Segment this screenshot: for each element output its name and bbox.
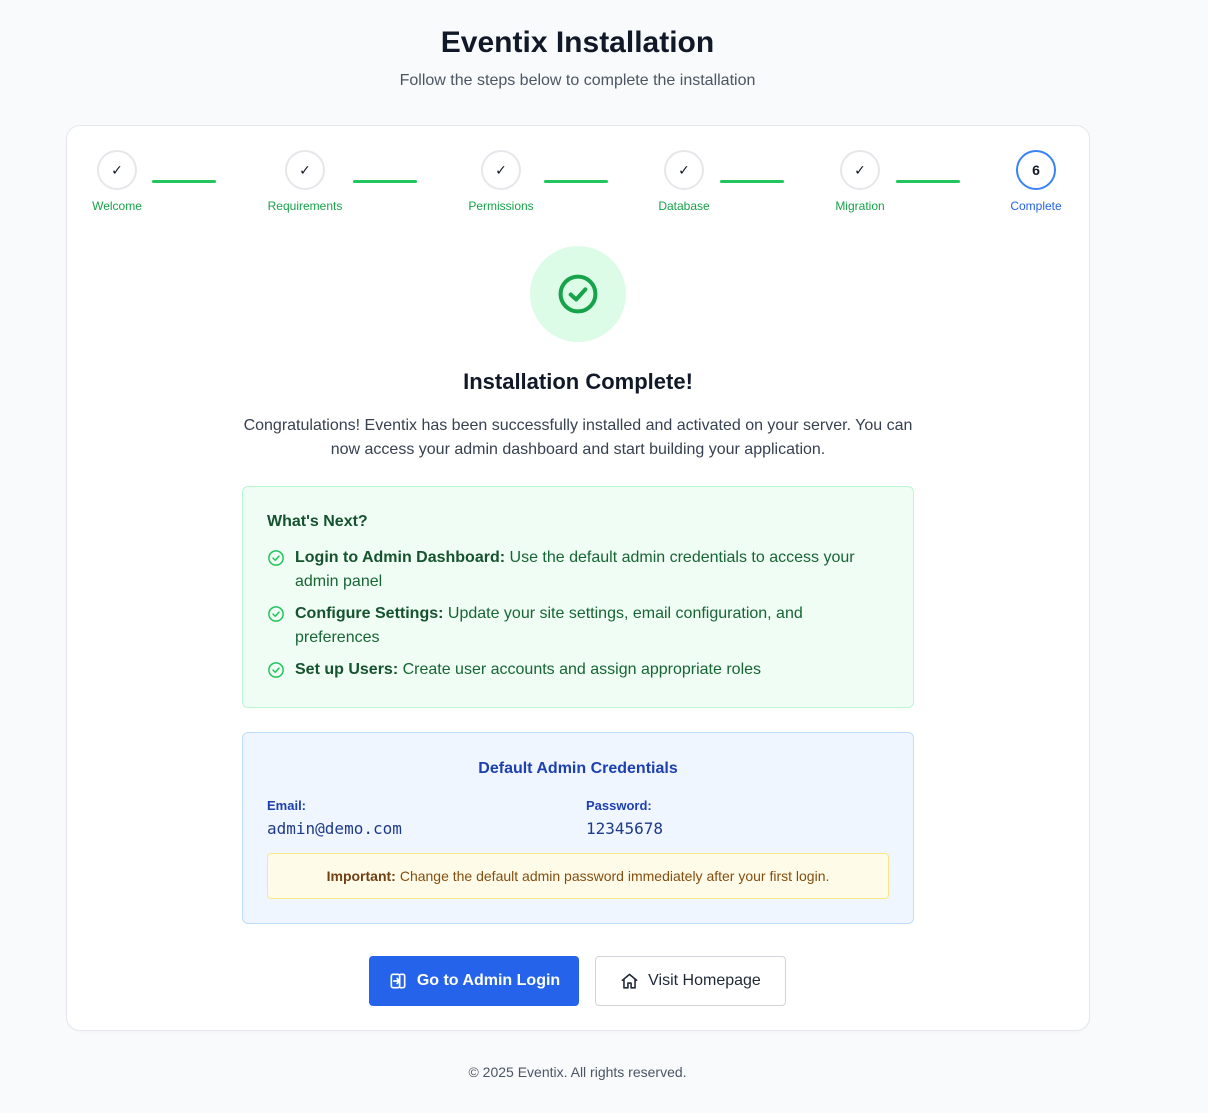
list-item-heading: Login to Admin Dashboard: [295,549,506,566]
step-connector [152,180,216,183]
check-circle-icon [268,662,284,678]
check-icon: ✓ [664,150,704,190]
password-label: Password: [586,798,652,813]
email-value: admin@demo.com [267,819,402,838]
list-item: Set up Users: Create user accounts and a… [267,658,889,682]
check-icon: ✓ [97,150,137,190]
credentials-panel: Default Admin Credentials Email: admin@d… [242,732,914,924]
check-circle-icon [268,550,284,566]
list-item-heading: Set up Users: [295,661,399,678]
check-icon: ✓ [285,150,325,190]
step-permissions: ✓ Permissions [441,150,561,213]
login-icon [388,971,408,991]
step-label: Permissions [468,199,534,213]
step-complete: 6 Complete [976,150,1096,213]
step-label: Database [658,199,710,213]
home-icon [620,972,639,991]
check-circle-icon [558,274,598,314]
footer-copyright: © 2025 Eventix. All rights reserved. [468,1064,687,1080]
visit-homepage-button[interactable]: Visit Homepage [595,956,786,1006]
complete-title: Installation Complete! [463,369,693,394]
step-connector [544,180,608,183]
step-label: Welcome [92,199,142,213]
step-label: Complete [1010,199,1062,213]
credentials-title: Default Admin Credentials [478,760,678,777]
list-item-text: Configure Settings: Update your site set… [295,602,889,650]
list-item-text: Set up Users: Create user accounts and a… [295,658,761,682]
step-number: 6 [1016,150,1056,190]
list-item: Login to Admin Dashboard: Use the defaul… [267,546,889,594]
visit-homepage-label: Visit Homepage [648,972,761,989]
check-circle-icon [268,606,284,622]
check-icon: ✓ [481,150,521,190]
whats-next-title: What's Next? [267,513,368,530]
password-value: 12345678 [586,819,664,838]
step-connector [896,180,960,183]
warning-heading: Important: [326,868,396,884]
email-label: Email: [267,798,307,813]
list-item-body: Create user accounts and assign appropri… [398,661,762,678]
page-subtitle: Follow the steps below to complete the i… [399,72,756,89]
install-card: ✓ Welcome ✓ Requirements ✓ Permissions ✓… [66,125,1090,1031]
step-connector [353,180,417,183]
complete-description: Congratulations! Eventix has been succes… [243,417,913,458]
admin-login-label: Go to Admin Login [416,972,561,989]
success-badge [530,246,626,342]
list-item-heading: Configure Settings: [295,605,444,622]
page-title: Eventix Installation [440,26,715,59]
whats-next-panel: What's Next? Login to Admin Dashboard: U… [242,486,914,708]
admin-login-button[interactable]: Go to Admin Login [369,956,579,1006]
step-label: Migration [835,199,885,213]
step-connector [720,180,784,183]
step-requirements: ✓ Requirements [245,150,365,213]
list-item: Configure Settings: Update your site set… [267,602,889,650]
step-label: Requirements [267,199,343,213]
list-item-text: Login to Admin Dashboard: Use the defaul… [295,546,889,594]
warning-notice: Important: Change the default admin pass… [267,853,889,899]
check-icon: ✓ [840,150,880,190]
warning-text: Change the default admin password immedi… [399,868,830,884]
